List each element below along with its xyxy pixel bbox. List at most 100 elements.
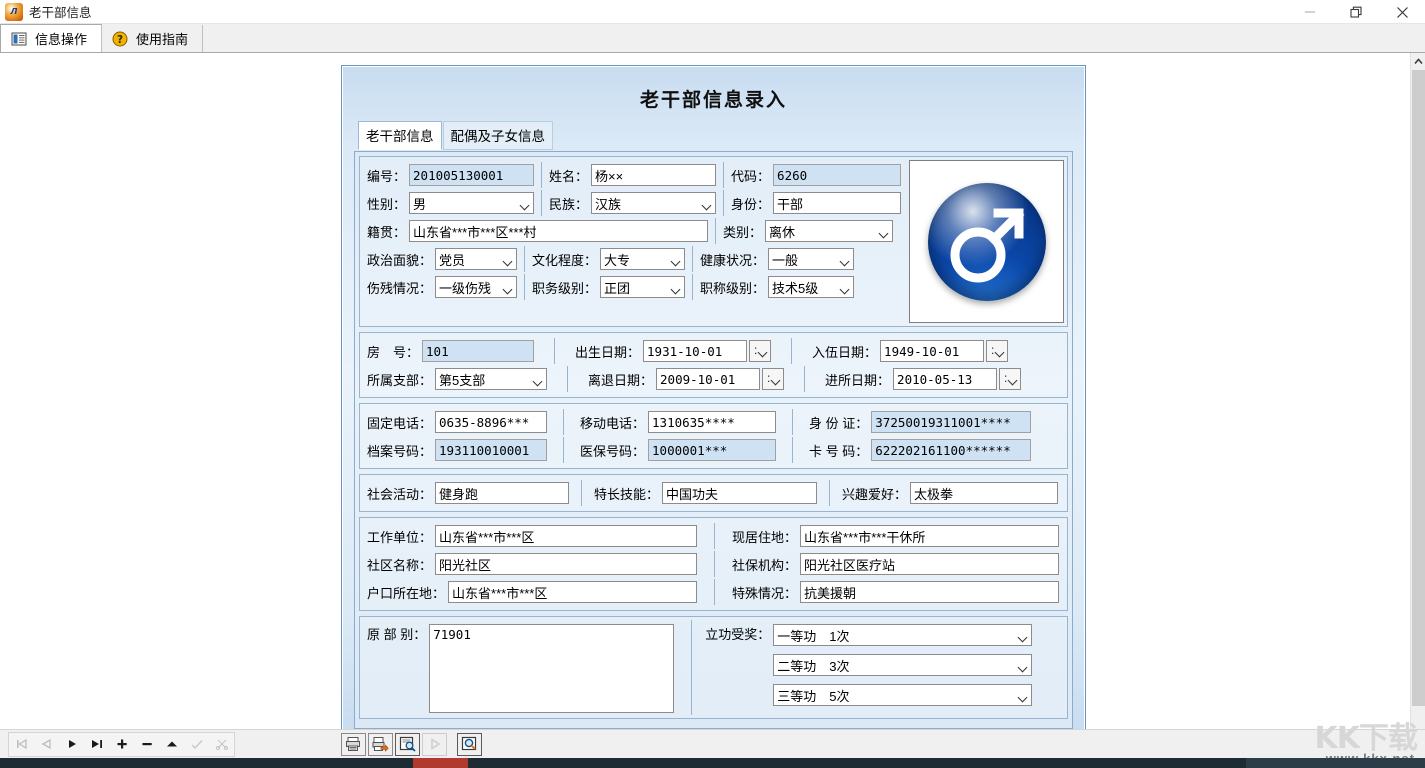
field-gongzuodanwei: 工作单位： bbox=[363, 523, 701, 549]
printer-icon[interactable] bbox=[341, 733, 366, 756]
field-shequmingcheng: 社区名称： bbox=[363, 551, 701, 577]
lituiriqi-input[interactable] bbox=[656, 368, 760, 390]
field-hukousuozaidi: 户口所在地： bbox=[363, 579, 701, 605]
divider bbox=[581, 480, 582, 506]
form-tabstrip: 老干部信息 配偶及子女信息 bbox=[358, 121, 1085, 150]
merit-first-class-select[interactable]: 一等功 1次 bbox=[773, 624, 1032, 646]
scrollbar-thumb[interactable] bbox=[1412, 70, 1425, 706]
danganhaoma-input[interactable] bbox=[435, 439, 547, 461]
hukousuozaidi-input[interactable] bbox=[448, 581, 697, 603]
tab-user-guide[interactable]: ? 使用指南 bbox=[102, 25, 203, 52]
print-preview-icon[interactable] bbox=[395, 733, 420, 756]
xianjuzhudi-input[interactable] bbox=[800, 525, 1059, 547]
fanghao-input[interactable] bbox=[422, 340, 534, 362]
daima-input[interactable] bbox=[773, 164, 901, 186]
prev-record-icon[interactable] bbox=[34, 733, 59, 756]
chushengriqi-input[interactable] bbox=[643, 340, 747, 362]
lituiriqi-datepicker[interactable] bbox=[656, 368, 784, 390]
close-icon[interactable] bbox=[1379, 0, 1425, 24]
scissors-icon[interactable] bbox=[209, 733, 234, 756]
minimize-icon[interactable] bbox=[1287, 0, 1333, 24]
jinsuoriqi-datepicker[interactable] bbox=[893, 368, 1021, 390]
printer-export-icon[interactable] bbox=[368, 733, 393, 756]
suoshuzhibu-select[interactable]: 第5支部 bbox=[435, 368, 547, 390]
restore-icon[interactable] bbox=[1333, 0, 1379, 24]
shequmingcheng-input[interactable] bbox=[435, 553, 697, 575]
merit-second-class-select[interactable]: 二等功 3次 bbox=[773, 654, 1032, 676]
techangjineng-input[interactable] bbox=[662, 482, 817, 504]
shehuihuodong-input[interactable] bbox=[435, 482, 569, 504]
zhiwujibie-select[interactable]: 正团 bbox=[600, 276, 685, 298]
field-xingbie: 性别： 男 bbox=[363, 190, 538, 216]
last-record-icon[interactable] bbox=[84, 733, 109, 756]
play-triangle-icon[interactable] bbox=[422, 733, 447, 756]
field-xingbie-label: 性别： bbox=[367, 194, 406, 213]
document-area: 老干部信息录入 老干部信息 配偶及子女信息 编号： bbox=[0, 53, 1410, 729]
ruwuriqi-input[interactable] bbox=[880, 340, 984, 362]
triangle-up-icon[interactable] bbox=[159, 733, 184, 756]
yibaohaoma-input[interactable] bbox=[648, 439, 776, 461]
minzu-select[interactable]: 汉族 bbox=[591, 192, 716, 214]
first-record-icon[interactable] bbox=[9, 733, 34, 756]
next-record-icon[interactable] bbox=[59, 733, 84, 756]
field-shebaojigou-label: 社保机构： bbox=[732, 555, 797, 574]
field-shangcanqingkuang-label: 伤残情况： bbox=[367, 278, 432, 297]
field-xingming-label: 姓名： bbox=[549, 166, 588, 185]
scroll-up-icon[interactable] bbox=[1411, 53, 1425, 69]
divider bbox=[692, 246, 693, 272]
shangcanqingkuang-select[interactable]: 一级伤残 bbox=[435, 276, 517, 298]
tab-cadre-info[interactable]: 老干部信息 bbox=[358, 121, 442, 150]
row-workunit-residence: 工作单位： 现居住地： bbox=[363, 523, 1064, 549]
field-daima: 代码： bbox=[727, 162, 905, 188]
kahaoma-input[interactable] bbox=[871, 439, 1031, 461]
chevron-down-icon[interactable] bbox=[999, 368, 1021, 390]
yuanbubie-textarea[interactable] bbox=[429, 624, 674, 713]
field-zhengzhimianmao: 政治面貌： 党员 bbox=[363, 246, 521, 272]
chevron-down-icon[interactable] bbox=[986, 340, 1008, 362]
field-fanghao-label: 房 号： bbox=[367, 342, 419, 361]
field-xianjuzhudi: 现居住地： bbox=[728, 523, 1063, 549]
vertical-scrollbar[interactable] bbox=[1410, 53, 1425, 729]
divider bbox=[524, 274, 525, 300]
window-titlebar: л 老干部信息 bbox=[0, 0, 1425, 24]
merit-awards-block: 立功受奖： 一等功 1次 二等功 3次 三等功 5次 bbox=[705, 620, 1032, 706]
ruwuriqi-datepicker[interactable] bbox=[880, 340, 1008, 362]
chevron-down-icon[interactable] bbox=[762, 368, 784, 390]
shebaojigou-input[interactable] bbox=[800, 553, 1059, 575]
xingming-input[interactable] bbox=[591, 164, 716, 186]
xingquaihao-input[interactable] bbox=[910, 482, 1058, 504]
field-jiguan: 籍贯： bbox=[363, 218, 712, 244]
yidongdianhua-input[interactable] bbox=[648, 411, 776, 433]
zhichengjibie-select[interactable]: 技术5级 bbox=[768, 276, 854, 298]
field-suoshuzhibu: 所属支部： 第5支部 bbox=[363, 366, 551, 392]
magnifier-icon[interactable] bbox=[457, 733, 482, 756]
gongzuodanwei-input[interactable] bbox=[435, 525, 697, 547]
tab-spouse-children-info[interactable]: 配偶及子女信息 bbox=[443, 121, 554, 150]
wenhuachengdu-select[interactable]: 大专 bbox=[600, 248, 685, 270]
jiankangzhuangkuang-select[interactable]: 一般 bbox=[768, 248, 854, 270]
photo-box[interactable] bbox=[909, 160, 1064, 323]
merit-third-class-select[interactable]: 三等功 5次 bbox=[773, 684, 1032, 706]
shenfenzheng-input[interactable] bbox=[871, 411, 1031, 433]
xingbie-select[interactable]: 男 bbox=[409, 192, 534, 214]
tab-info-operation[interactable]: 信息操作 bbox=[0, 24, 102, 52]
teshuqingkuang-input[interactable] bbox=[800, 581, 1059, 603]
minus-icon[interactable] bbox=[134, 733, 159, 756]
field-zhichengjibie-label: 职称级别： bbox=[700, 278, 765, 297]
chushengriqi-datepicker[interactable] bbox=[643, 340, 771, 362]
bianhao-input[interactable] bbox=[409, 164, 534, 186]
gudingdianhua-input[interactable] bbox=[435, 411, 547, 433]
field-minzu-label: 民族： bbox=[549, 194, 588, 213]
plus-icon[interactable] bbox=[109, 733, 134, 756]
jinsuoriqi-input[interactable] bbox=[893, 368, 997, 390]
jiguan-input[interactable] bbox=[409, 220, 708, 242]
shenfen-input[interactable] bbox=[773, 192, 901, 214]
field-techangjineng: 特长技能： bbox=[590, 480, 821, 506]
zhengzhimianmao-select[interactable]: 党员 bbox=[435, 248, 517, 270]
leibie-select[interactable]: 离休 bbox=[765, 220, 893, 242]
tab-user-guide-label: 使用指南 bbox=[136, 29, 188, 48]
merit-first-class-value: 一等功 1次 bbox=[777, 626, 849, 645]
chevron-down-icon[interactable] bbox=[749, 340, 771, 362]
check-icon[interactable] bbox=[184, 733, 209, 756]
field-techangjineng-label: 特长技能： bbox=[594, 484, 659, 503]
